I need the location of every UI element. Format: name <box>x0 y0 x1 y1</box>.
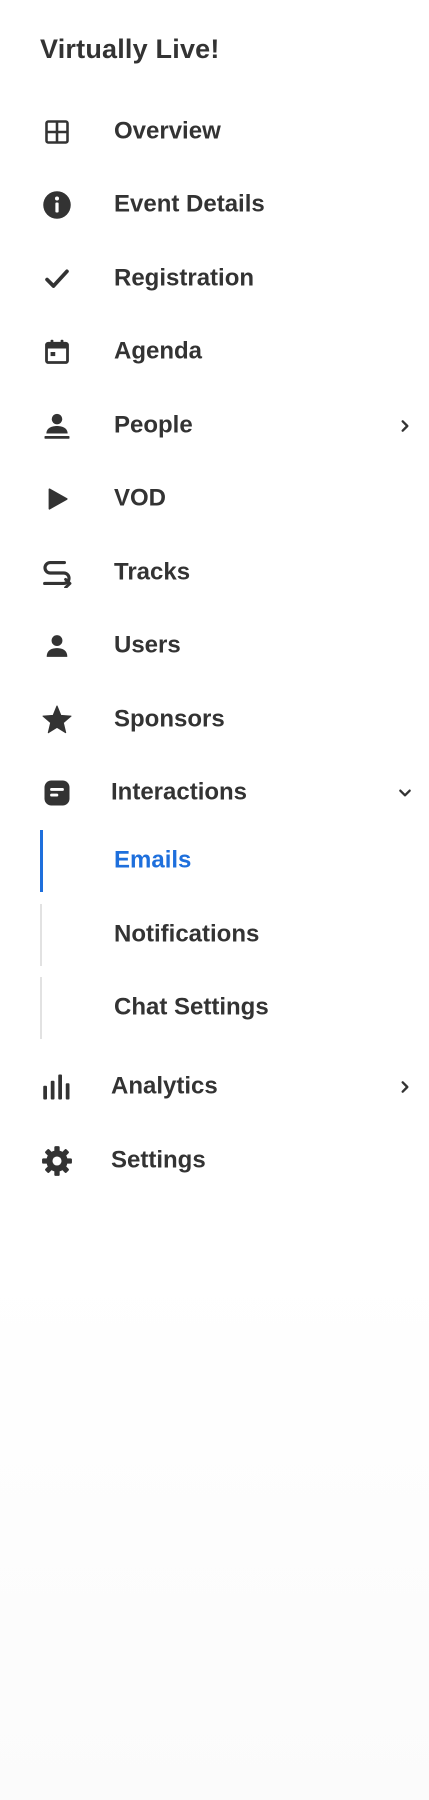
user-icon <box>40 629 74 663</box>
sidebar-item-people[interactable]: People <box>0 389 429 463</box>
sidebar-item-label: Agenda <box>114 337 203 365</box>
sidebar-subitem-notifications[interactable]: Notifications <box>0 903 429 978</box>
sidebar-item-label: Registration <box>114 264 255 292</box>
sidebar-item-users[interactable]: Users <box>0 610 429 684</box>
sidebar-item-registration[interactable]: Registration <box>0 242 429 316</box>
bar-chart-icon <box>40 1070 74 1104</box>
sidebar-item-label: VOD <box>114 484 167 512</box>
info-icon <box>40 188 74 222</box>
sidebar-item-label: Interactions <box>111 778 248 806</box>
sidebar-item-label: People <box>114 411 193 439</box>
sidebar-item-vod[interactable]: VOD <box>0 463 429 537</box>
chevron-right-icon <box>394 415 416 437</box>
sidebar-item-sponsors[interactable]: Sponsors <box>0 683 429 757</box>
sidebar-item-analytics[interactable]: Analytics <box>0 1051 429 1125</box>
play-icon <box>40 482 74 516</box>
sidebar-item-label: Overview <box>114 117 221 145</box>
star-icon <box>40 703 74 737</box>
sidebar-subitem-emails[interactable]: Emails <box>0 830 429 904</box>
app-title: Virtually Live! <box>40 34 220 64</box>
tracks-icon <box>40 556 74 590</box>
sidebar-nav: Overview Event Details Registration Agen… <box>0 95 429 1198</box>
sidebar-item-event-details[interactable]: Event Details <box>0 169 429 243</box>
sidebar-item-label: Settings <box>111 1146 206 1174</box>
person-icon <box>40 409 74 443</box>
sidebar-item-agenda[interactable]: Agenda <box>0 316 429 390</box>
gear-icon <box>40 1144 74 1178</box>
sidebar-item-label: Tracks <box>114 558 191 586</box>
sidebar-item-label: Analytics <box>111 1072 218 1100</box>
submenu-rail <box>40 903 42 966</box>
calendar-icon <box>40 335 74 369</box>
sidebar-subitem-label: Emails <box>114 846 192 874</box>
sidebar-item-overview[interactable]: Overview <box>0 95 429 169</box>
sidebar-item-label: Event Details <box>114 190 265 218</box>
grid-icon <box>40 115 74 149</box>
sidebar-subitem-chat-settings[interactable]: Chat Settings <box>0 977 429 1051</box>
submenu-rail <box>40 977 42 1039</box>
chat-icon <box>40 776 74 810</box>
check-icon <box>40 262 74 296</box>
sidebar-item-label: Sponsors <box>114 705 225 733</box>
sidebar-subitem-label: Notifications <box>114 919 260 947</box>
active-indicator <box>40 830 43 892</box>
sidebar-item-tracks[interactable]: Tracks <box>0 536 429 610</box>
sidebar-item-label: Users <box>114 631 181 659</box>
sidebar-item-interactions[interactable]: Interactions <box>0 757 429 831</box>
sidebar-subitem-label: Chat Settings <box>114 993 269 1021</box>
chevron-right-icon <box>394 1076 416 1098</box>
sidebar-item-settings[interactable]: Settings <box>0 1124 429 1198</box>
sidebar: Virtually Live! Overview Event Details R… <box>0 0 429 1800</box>
chevron-down-icon <box>394 782 416 804</box>
